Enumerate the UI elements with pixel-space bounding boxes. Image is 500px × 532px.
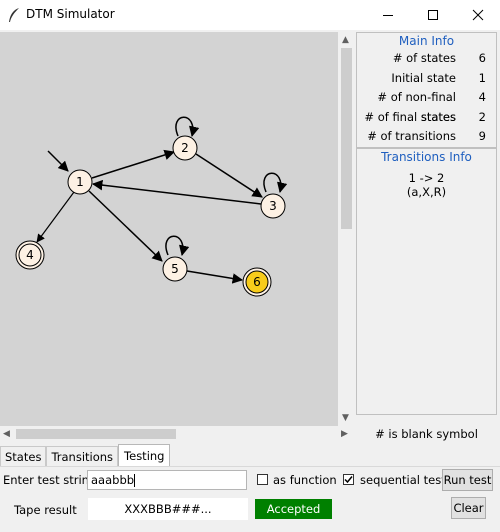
main-info-title: Main Info bbox=[398, 34, 455, 48]
state-6[interactable]: 6 bbox=[242, 267, 272, 297]
state-5-label: 5 bbox=[171, 262, 179, 276]
start-arrow bbox=[47, 150, 69, 172]
tab-bar: States Transitions Testing bbox=[0, 444, 171, 467]
edge-3-1[interactable] bbox=[91, 179, 262, 205]
edge-5-6[interactable] bbox=[186, 270, 244, 284]
text-cursor bbox=[134, 474, 136, 487]
selected-rule: (a,X,R) bbox=[406, 184, 447, 199]
state-3[interactable]: 3 bbox=[260, 193, 286, 219]
main-info-panel: Main Info # of states 6 Initial state 1 # … bbox=[356, 32, 497, 148]
close-button[interactable] bbox=[455, 0, 500, 30]
test-string-label: Enter test string bbox=[3, 473, 97, 487]
info-row-states: # of states 6 bbox=[392, 51, 486, 65]
check-icon bbox=[344, 476, 353, 484]
state-diagram: 1 2 3 4 5 6 bbox=[15, 116, 288, 297]
minimize-button[interactable] bbox=[365, 0, 410, 30]
info-row-initial: Initial state 1 bbox=[391, 70, 486, 85]
run-test-button[interactable]: Run test bbox=[442, 469, 493, 491]
sequential-test-label: sequential test bbox=[360, 473, 446, 487]
status-badge: Accepted bbox=[255, 499, 332, 519]
as-function-checkbox[interactable] bbox=[257, 474, 268, 485]
state-2[interactable]: 2 bbox=[172, 135, 198, 161]
state-4[interactable]: 4 bbox=[15, 240, 45, 270]
scroll-left-icon[interactable]: ◀ bbox=[3, 429, 10, 439]
info-row-final: # of final states 2 bbox=[364, 109, 486, 124]
info-row-nonfinal: # of non-final states 4 bbox=[377, 90, 486, 124]
sequential-test-checkbox[interactable] bbox=[343, 474, 354, 485]
vertical-scroll-thumb[interactable] bbox=[341, 48, 352, 229]
state-2-label: 2 bbox=[181, 141, 189, 155]
vertical-scrollbar[interactable]: ▲ ▼ bbox=[339, 32, 354, 426]
edge-1-4[interactable] bbox=[36, 191, 75, 243]
test-string-input[interactable]: aaabbb bbox=[87, 470, 247, 490]
state-1[interactable]: 1 bbox=[67, 169, 93, 195]
maximize-icon bbox=[427, 10, 438, 20]
state-6-label: 6 bbox=[253, 275, 261, 289]
transitions-info-title: Transitions Info bbox=[381, 149, 472, 164]
edge-1-5[interactable] bbox=[88, 190, 163, 262]
horizontal-scrollbar[interactable]: ◀ ▶ bbox=[0, 426, 354, 442]
loop-5[interactable] bbox=[165, 235, 190, 257]
tab-testing[interactable]: Testing bbox=[118, 444, 171, 467]
tab-states[interactable]: States bbox=[0, 446, 47, 467]
graph-canvas[interactable]: 1 2 3 4 5 6 bbox=[0, 32, 338, 426]
window-title: DTM Simulator bbox=[26, 7, 115, 21]
as-function-label: as function bbox=[273, 473, 337, 487]
info-row-transitions: # of transitions 9 bbox=[367, 129, 486, 143]
maximize-button[interactable] bbox=[410, 0, 455, 30]
loop-3[interactable] bbox=[263, 172, 288, 194]
scroll-down-icon[interactable]: ▼ bbox=[342, 413, 349, 423]
minimize-icon bbox=[382, 15, 393, 16]
transitions-info-panel: Transitions Info 1 -> 2 (a,X,R) bbox=[356, 147, 497, 415]
edge-2-3[interactable] bbox=[195, 153, 263, 198]
tab-transitions[interactable]: Transitions bbox=[46, 446, 119, 467]
selected-edge: 1 -> 2 bbox=[408, 170, 445, 185]
state-3-label: 3 bbox=[269, 199, 277, 213]
blank-symbol-note: # is blank symbol bbox=[375, 427, 478, 441]
title-bar: DTM Simulator bbox=[0, 0, 500, 30]
scroll-up-icon[interactable]: ▲ bbox=[342, 35, 349, 45]
state-5[interactable]: 5 bbox=[162, 256, 188, 282]
tape-result-value: XXXBBB###... bbox=[88, 498, 248, 520]
edge-1-2[interactable] bbox=[91, 149, 176, 179]
horizontal-scroll-thumb[interactable] bbox=[16, 429, 176, 439]
clear-button[interactable]: Clear bbox=[451, 497, 486, 519]
info-sidebar: Main Info # of states 6 Initial state 1 # … bbox=[356, 32, 497, 428]
loop-2[interactable] bbox=[175, 116, 200, 138]
tab-divider bbox=[0, 466, 500, 467]
state-4-label: 4 bbox=[26, 248, 34, 262]
scroll-right-icon[interactable]: ▶ bbox=[341, 429, 348, 439]
tape-result-label: Tape result bbox=[14, 503, 77, 517]
feather-icon bbox=[9, 8, 19, 22]
close-icon bbox=[472, 9, 483, 21]
state-1-label: 1 bbox=[76, 175, 84, 189]
